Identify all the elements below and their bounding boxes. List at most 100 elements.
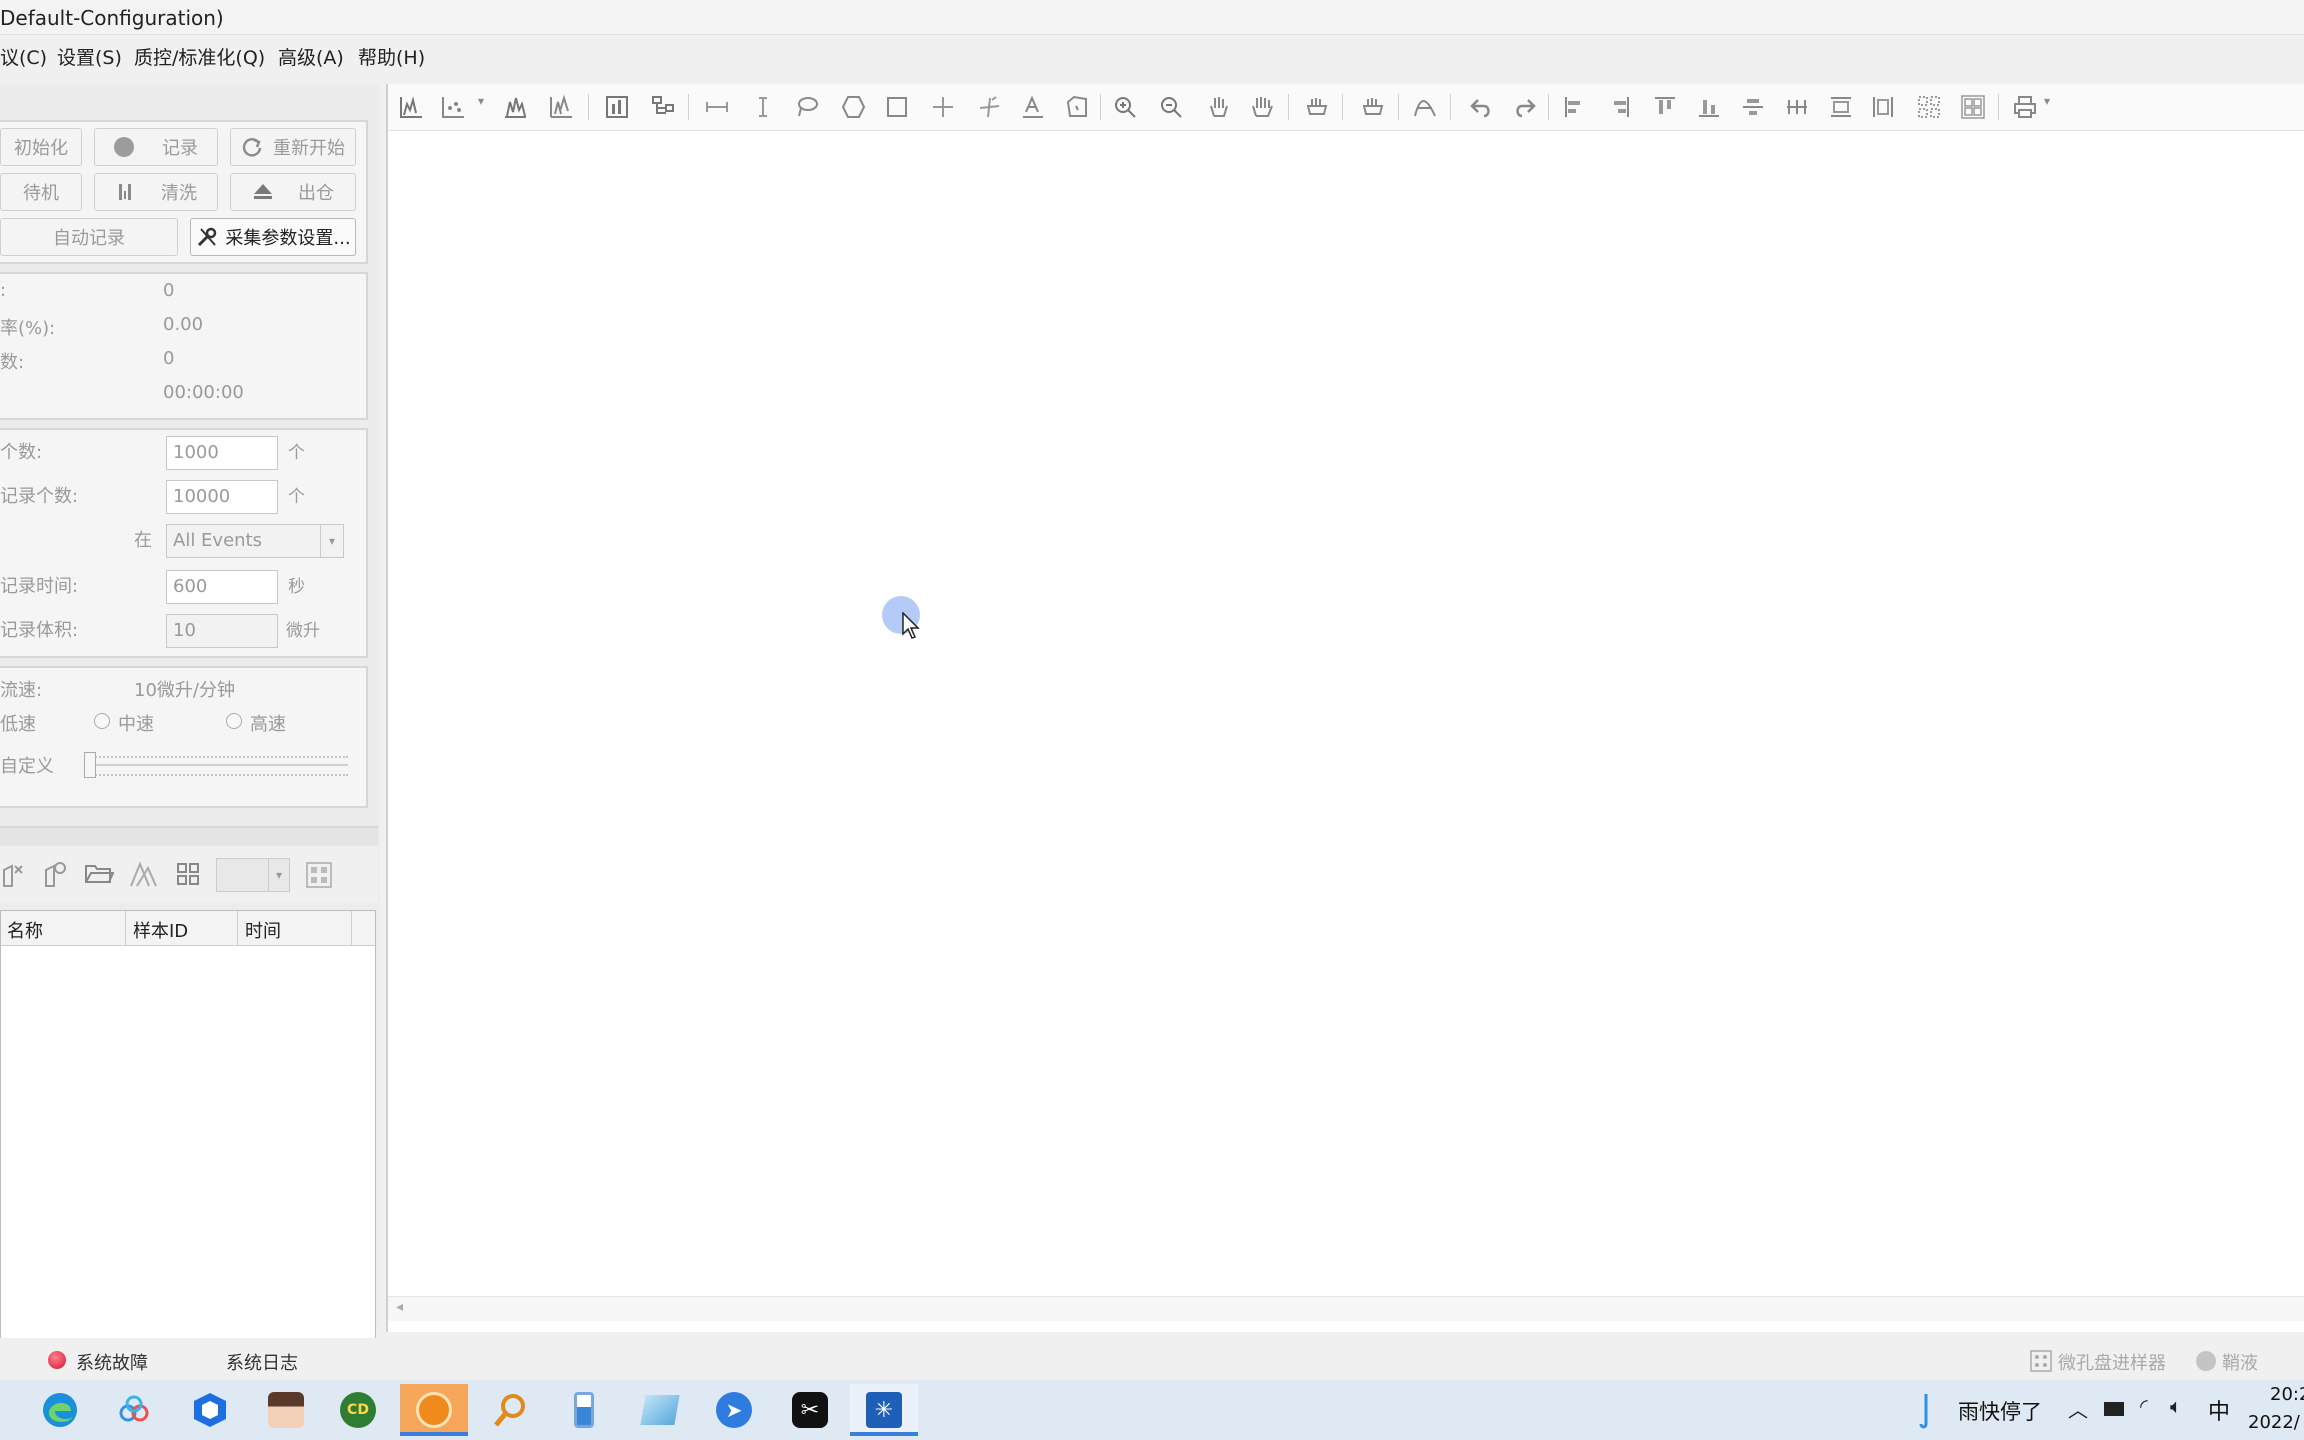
gate-hand-icon[interactable] [1360,94,1386,120]
taskbar-battery-app[interactable] [550,1384,618,1436]
gate-select[interactable]: All Events ▾ [166,524,344,558]
taskbar-monkey-app[interactable] [400,1384,468,1436]
smooth-curve-icon[interactable] [1412,94,1438,120]
auto-record-button[interactable]: 自动记录 [0,218,178,256]
chevron-down-icon[interactable]: ▾ [478,94,504,120]
taskbar-flowjo-app[interactable]: ✳ [850,1384,918,1436]
stat-value-events: 0 [163,280,175,301]
high-speed-radio[interactable] [226,713,242,729]
workspace-hscrollbar[interactable]: ◂ [388,1296,2304,1321]
histogram-plot-icon[interactable] [398,94,424,120]
align-left-icon[interactable] [1562,94,1588,120]
record-time-input[interactable]: 600 [166,570,278,604]
dot-plot-icon[interactable] [440,94,466,120]
zoom-out-icon[interactable] [1158,94,1184,120]
same-width-icon[interactable] [1828,94,1854,120]
clock-time[interactable]: 20:2 [2270,1384,2304,1405]
analysis-workspace[interactable] [386,84,2304,1332]
weather-text[interactable]: 雨快停了 [1958,1396,2042,1426]
toolbar-separator [1398,94,1399,120]
record-volume-input[interactable]: 10 [166,614,278,648]
taskbar-notes-app[interactable] [626,1384,694,1436]
col-sample-id[interactable]: 样本ID [133,917,188,943]
taskbar-capcut[interactable]: ✂ [776,1384,844,1436]
system-log-link[interactable]: 系统日志 [226,1349,298,1375]
angled-quadrant-icon[interactable] [976,94,1002,120]
menu-help[interactable]: 帮助(H) [358,43,425,70]
distribute-horizontal-icon[interactable] [1784,94,1810,120]
tile-layout-icon[interactable] [1960,94,1986,120]
taskbar-avatar-app[interactable] [252,1384,320,1436]
grab-hand-icon[interactable] [1304,94,1330,120]
quadrant-gate-icon[interactable] [930,94,956,120]
sample-settings-icon[interactable] [40,860,68,888]
rectangle-gate-icon[interactable] [884,94,910,120]
acq-settings-button[interactable]: 采集参数设置... [190,218,356,256]
menu-instrument[interactable]: 议(C) [0,43,47,70]
redo-icon[interactable] [1512,94,1538,120]
toolbar-separator [588,94,589,120]
flow-slider[interactable] [84,748,348,784]
chevron-down-icon[interactable]: ▾ [320,525,343,557]
statistics-table-icon[interactable] [604,94,630,120]
menu-settings[interactable]: 设置(S) [57,43,122,70]
arrange-grid-icon[interactable] [1916,94,1942,120]
col-time[interactable]: 时间 [245,917,281,943]
align-top-icon[interactable] [1652,94,1678,120]
chevron-up-icon[interactable]: ︿ [2068,1394,2088,1423]
mid-speed-radio[interactable] [94,713,110,729]
system-fault-link[interactable]: 系统故障 [76,1349,148,1375]
slider-thumb[interactable] [84,752,96,778]
chevron-down-icon[interactable]: ▾ [2044,94,2070,120]
chevron-down-icon[interactable]: ▾ [268,859,289,891]
lasso-gate-icon[interactable] [794,94,820,120]
pan-all-hand-icon[interactable] [1250,94,1276,120]
region-annotation-icon[interactable] [1064,94,1090,120]
record-button[interactable]: 记录 [94,128,218,166]
threshold-gate-icon[interactable] [750,94,776,120]
record-count-input[interactable]: 10000 [166,480,278,514]
taskbar-coreldraw[interactable]: CD [324,1384,392,1436]
delete-sample-icon[interactable] [0,862,24,888]
standby-button[interactable]: 待机 [0,173,82,211]
taskbar-baidu-netdisk[interactable] [100,1384,168,1436]
compensation-icon[interactable] [128,860,158,888]
battery-tray-icon[interactable] [2104,1402,2124,1416]
view-grid-icon[interactable] [306,862,332,888]
hierarchy-icon[interactable] [650,94,676,120]
menu-advanced[interactable]: 高级(A) [278,43,344,70]
taskbar-search-app[interactable] [476,1384,544,1436]
undo-icon[interactable] [1468,94,1494,120]
col-name[interactable]: 名称 [7,917,43,943]
scroll-left-icon[interactable]: ◂ [396,1299,403,1315]
mid-speed-label: 中速 [118,714,154,735]
restart-button[interactable]: 重新开始 [230,128,356,166]
taskbar-edge[interactable] [26,1384,94,1436]
menu-qc-standardization[interactable]: 质控/标准化(Q) [134,43,265,70]
printer-icon[interactable] [2012,94,2038,120]
clean-button[interactable]: 清洗 [94,173,218,211]
init-button[interactable]: 初始化 [0,128,82,166]
pan-hand-icon[interactable] [1206,94,1232,120]
open-folder-icon[interactable] [84,862,114,886]
taskbar-app-box[interactable] [176,1384,244,1436]
sample-filter-select[interactable]: ▾ [216,858,290,892]
same-height-icon[interactable] [1870,94,1896,120]
layout-grid-icon[interactable] [176,862,200,886]
taskbar-feishu[interactable]: ➤ [700,1384,768,1436]
align-right-icon[interactable] [1606,94,1632,120]
align-bottom-icon[interactable] [1696,94,1722,120]
overlay-histogram-icon[interactable] [502,94,528,120]
interval-gate-icon[interactable] [704,94,730,120]
clock-date[interactable]: 2022/ [2248,1412,2300,1433]
text-annotation-icon[interactable] [1020,94,1046,120]
wifi-icon[interactable]: ◜ [2140,1394,2148,1418]
align-middle-icon[interactable] [1740,94,1766,120]
volume-icon[interactable]: 🔈︎ [2170,1394,2182,1418]
zoom-in-icon[interactable] [1112,94,1138,120]
ime-indicator[interactable]: 中 [2208,1394,2230,1426]
eject-button[interactable]: 出仓 [230,173,356,211]
3d-plot-icon[interactable] [548,94,574,120]
count-input[interactable]: 1000 [166,436,278,470]
polygon-gate-icon[interactable] [840,94,866,120]
